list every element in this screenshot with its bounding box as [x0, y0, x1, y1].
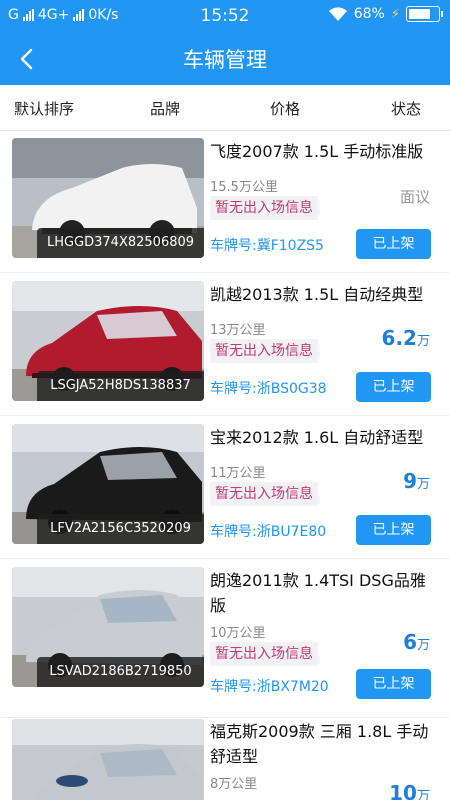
car-image [12, 719, 204, 800]
listed-button[interactable]: 已上架 [356, 515, 431, 545]
vehicle-list: LHGGD374X82506809 飞度2007款 1.5L 手动标准版 15.… [0, 131, 450, 800]
price: 9万 [403, 469, 430, 493]
vehicle-card[interactable]: 福克斯2009款 三厢 1.8L 手动舒适型 8万公里 10万 [0, 719, 450, 800]
price: 10万 [389, 781, 430, 800]
vehicle-name: 飞度2007款 1.5L 手动标准版 [210, 142, 424, 161]
battery-icon [406, 6, 443, 22]
price-value: 10 [389, 781, 417, 800]
plate-number: 车牌号:浙BU7E80 [210, 524, 327, 540]
app-bar: 车辆管理 [0, 32, 450, 85]
mileage: 13万公里 [210, 323, 266, 338]
price-unit: 万 [416, 789, 430, 800]
wifi-icon [328, 7, 347, 21]
vehicle-photo: LSVAD2186B2719850 [12, 567, 204, 687]
vehicle-card[interactable]: LHGGD374X82506809 飞度2007款 1.5L 手动标准版 15.… [0, 131, 450, 273]
price-unit: 万 [416, 477, 430, 492]
listed-button[interactable]: 已上架 [356, 372, 431, 402]
status-bar: G 4G+ 0K/s 15:52 68% ⚡ [0, 0, 450, 32]
vehicle-card[interactable]: LSGJA52H8DS138837 凯越2013款 1.5L 自动经典型 13万… [0, 274, 450, 416]
vehicle-photo: LSGJA52H8DS138837 [12, 281, 204, 401]
vehicle-name: 凯越2013款 1.5L 自动经典型 [210, 285, 424, 304]
entry-status-badge: 暂无出入场信息 [210, 339, 318, 363]
status-right: 68% ⚡ [328, 6, 443, 22]
vehicle-card[interactable]: LFV2A2156C3520209 宝来2012款 1.6L 自动舒适型 11万… [0, 417, 450, 559]
plate-number: 车牌号:冀F10ZS5 [210, 238, 324, 254]
charging-icon: ⚡ [390, 6, 400, 22]
plate-number: 车牌号:浙BX7M20 [210, 679, 329, 695]
price-value: 9 [403, 469, 417, 493]
price-negotiable: 面议 [399, 188, 430, 206]
vin-label: LFV2A2156C3520209 [37, 514, 204, 544]
entry-status-badge: 暂无出入场信息 [210, 196, 318, 220]
plate-number: 车牌号:浙BS0G38 [210, 381, 327, 397]
vin-label: LHGGD374X82506809 [37, 228, 204, 258]
entry-status-badge: 暂无出入场信息 [210, 482, 318, 506]
vehicle-card[interactable]: LSVAD2186B2719850 朗逸2011款 1.4TSI DSG品雅版 … [0, 560, 450, 718]
vin-label: LSVAD2186B2719850 [37, 657, 204, 687]
mileage: 8万公里 [210, 777, 258, 792]
page-title: 车辆管理 [183, 48, 267, 72]
mileage: 10万公里 [210, 626, 266, 641]
price-unit: 万 [416, 638, 430, 653]
price-value: 6.2 [381, 326, 417, 350]
vehicle-photo [12, 719, 204, 800]
mileage: 11万公里 [210, 466, 266, 481]
vehicle-photo: LHGGD374X82506809 [12, 138, 204, 258]
vin-label: LSGJA52H8DS138837 [37, 371, 204, 401]
price-unit: 万 [416, 334, 430, 349]
price: 6.2万 [382, 326, 430, 350]
filter-brand[interactable]: 品牌 [150, 98, 180, 119]
vehicle-name: 宝来2012款 1.6L 自动舒适型 [210, 428, 424, 447]
filter-bar: 默认排序 品牌 价格 状态 [0, 85, 450, 131]
filter-status[interactable]: 状态 [391, 98, 421, 119]
filter-sort[interactable]: 默认排序 [14, 98, 74, 119]
vehicle-name: 福克斯2009款 三厢 1.8L 手动舒适型 [210, 722, 429, 766]
vehicle-photo: LFV2A2156C3520209 [12, 424, 204, 544]
price: 6万 [403, 630, 430, 654]
mileage: 15.5万公里 [210, 180, 278, 195]
listed-button[interactable]: 已上架 [356, 669, 431, 699]
listed-button[interactable]: 已上架 [356, 229, 431, 259]
price-value: 6 [403, 630, 417, 654]
vehicle-name: 朗逸2011款 1.4TSI DSG品雅版 [210, 571, 426, 615]
filter-price[interactable]: 价格 [270, 98, 300, 119]
entry-status-badge: 暂无出入场信息 [210, 642, 318, 666]
battery-percent: 68% [353, 6, 385, 22]
